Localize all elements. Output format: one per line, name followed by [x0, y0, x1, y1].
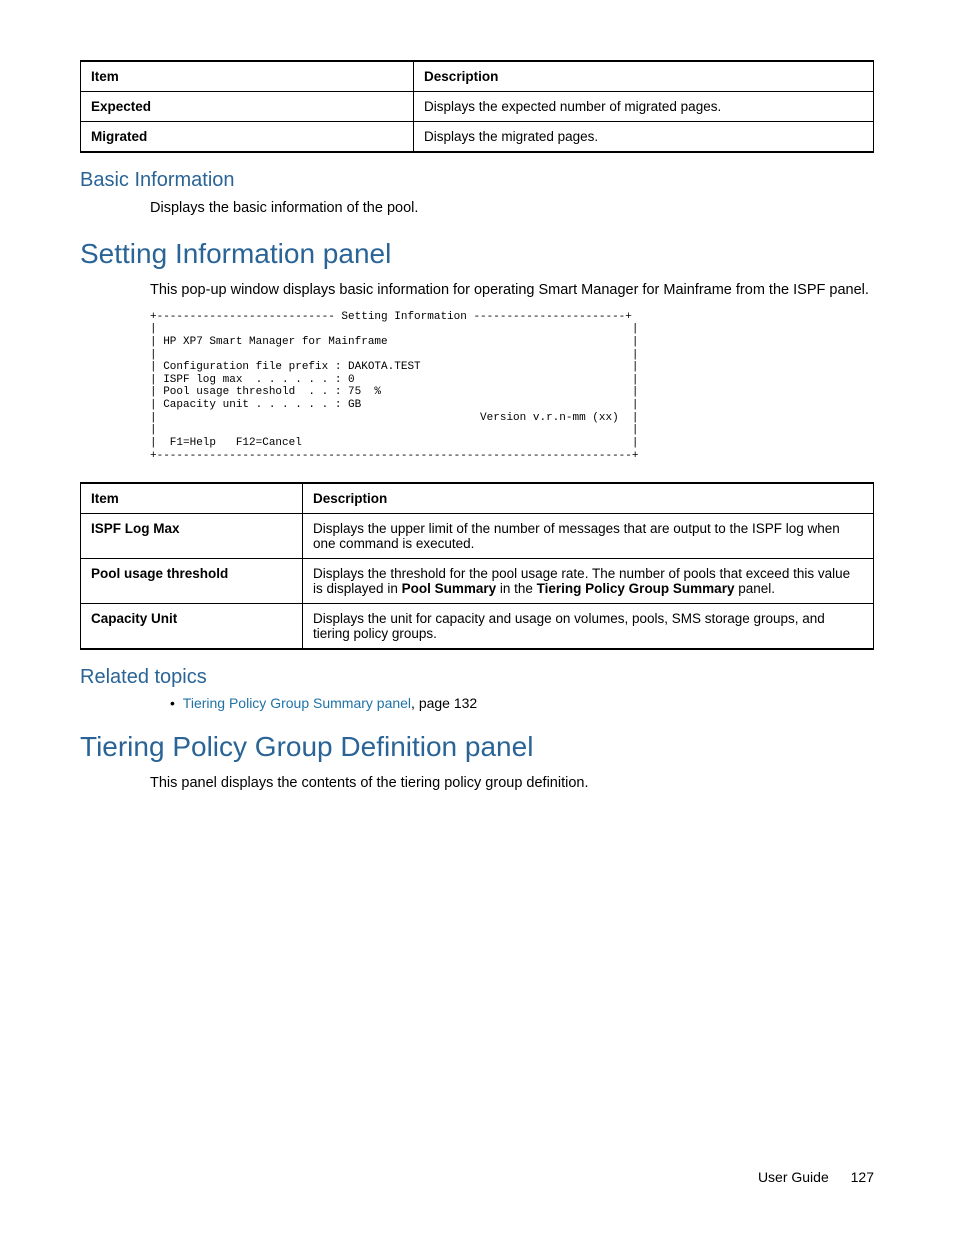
heading-setting-info-panel: Setting Information panel: [80, 238, 874, 270]
col-item: Item: [81, 483, 303, 514]
cell-item: Capacity Unit: [81, 604, 303, 650]
heading-related-topics: Related topics: [80, 666, 874, 689]
cell-desc: Displays the upper limit of the number o…: [303, 514, 874, 559]
table-row: Migrated Displays the migrated pages.: [81, 122, 874, 153]
table-item-description-1: Item Description Expected Displays the e…: [80, 60, 874, 153]
cell-desc: Displays the unit for capacity and usage…: [303, 604, 874, 650]
table-row: Pool usage threshold Displays the thresh…: [81, 559, 874, 604]
heading-tiering-policy-group-definition: Tiering Policy Group Definition panel: [80, 731, 874, 763]
col-item: Item: [81, 61, 414, 92]
cell-item: Expected: [81, 92, 414, 122]
text-basic-info: Displays the basic information of the po…: [150, 198, 874, 218]
table-row: ISPF Log Max Displays the upper limit of…: [81, 514, 874, 559]
col-description: Description: [414, 61, 874, 92]
heading-basic-information: Basic Information: [80, 169, 874, 192]
code-setting-information: +--------------------------- Setting Inf…: [150, 311, 874, 463]
cell-desc: Displays the threshold for the pool usag…: [303, 559, 874, 604]
table-row: Expected Displays the expected number of…: [81, 92, 874, 122]
footer-page-number: 127: [851, 1169, 874, 1185]
footer-doc-title: User Guide: [758, 1169, 829, 1185]
link-tiering-policy-group-summary[interactable]: Tiering Policy Group Summary panel: [183, 695, 411, 711]
cell-desc: Displays the expected number of migrated…: [414, 92, 874, 122]
cell-item: ISPF Log Max: [81, 514, 303, 559]
related-topic-item: Tiering Policy Group Summary panel, page…: [170, 695, 874, 711]
text-setting-info: This pop-up window displays basic inform…: [150, 280, 874, 300]
text-tiering-definition: This panel displays the contents of the …: [150, 773, 874, 793]
related-topic-suffix: , page 132: [411, 695, 477, 711]
cell-item: Pool usage threshold: [81, 559, 303, 604]
col-description: Description: [303, 483, 874, 514]
related-topics-list: Tiering Policy Group Summary panel, page…: [170, 695, 874, 711]
table-row: Capacity Unit Displays the unit for capa…: [81, 604, 874, 650]
cell-item: Migrated: [81, 122, 414, 153]
cell-desc: Displays the migrated pages.: [414, 122, 874, 153]
table-item-description-2: Item Description ISPF Log Max Displays t…: [80, 482, 874, 650]
page-footer: User Guide 127: [758, 1169, 874, 1185]
